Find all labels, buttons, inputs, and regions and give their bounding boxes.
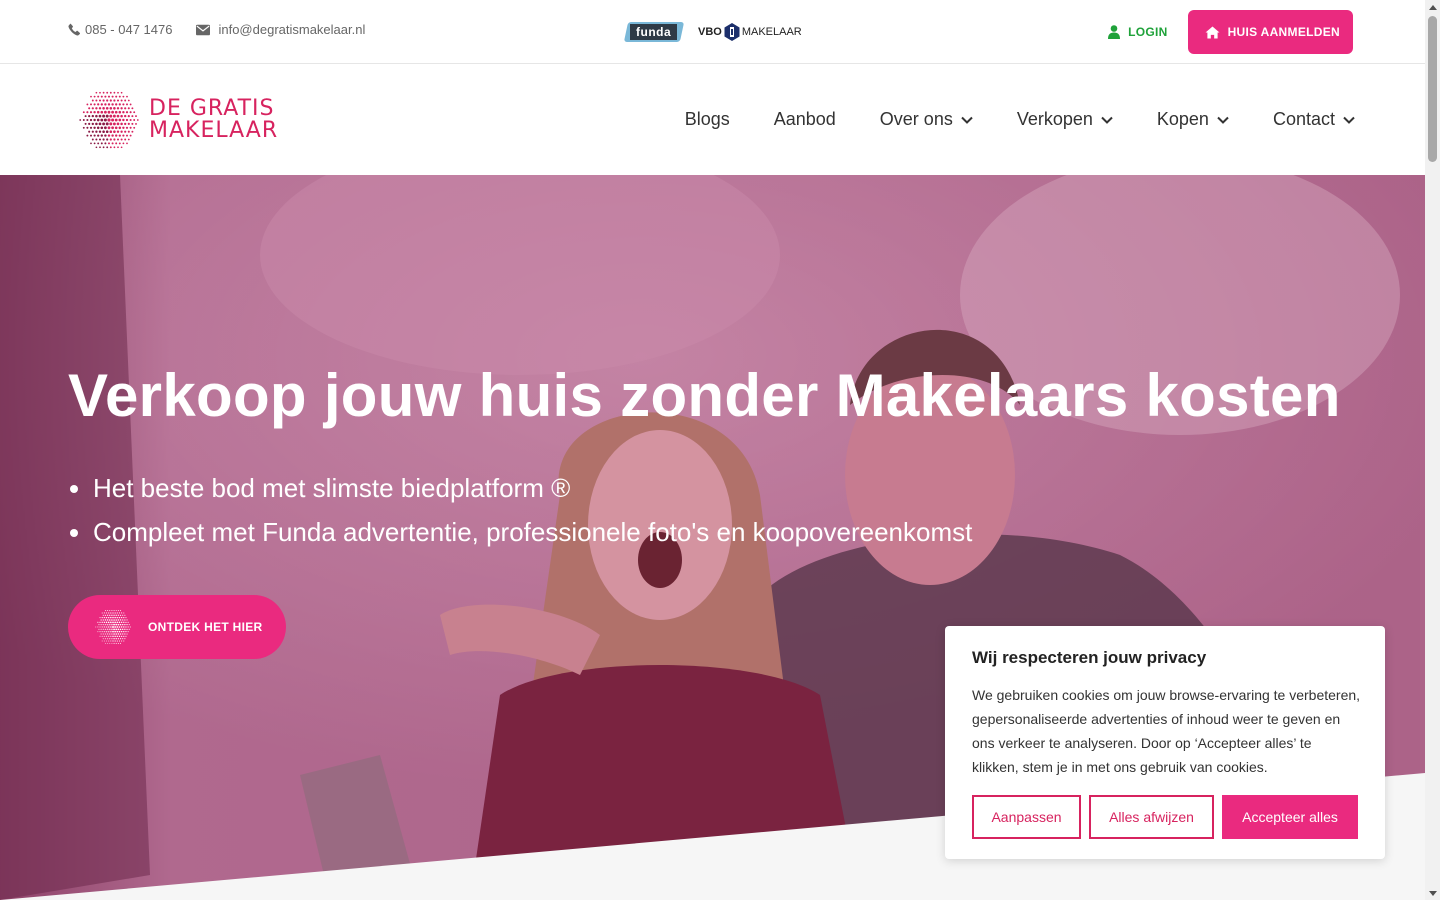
home-icon xyxy=(1205,25,1220,39)
list-item: Compleet met Funda advertentie, professi… xyxy=(68,514,972,558)
email-link[interactable]: info@degratismakelaar.nl xyxy=(196,22,365,37)
cookie-actions: Aanpassen Alles afwijzen Accepteer alles xyxy=(972,795,1358,839)
nav-kopen[interactable]: Kopen xyxy=(1157,109,1229,130)
chevron-down-icon xyxy=(1217,116,1229,124)
account-actions: LOGIN HUIS AANMELDEN xyxy=(1108,10,1353,54)
contact-info: 085 - 047 1476 info@degratismakelaar.nl xyxy=(68,22,389,37)
phone-number: 085 - 047 1476 xyxy=(85,22,173,37)
scroll-up-icon[interactable] xyxy=(1425,0,1440,14)
user-icon xyxy=(1108,25,1121,39)
hero-benefits-list: Het beste bod met slimste biedplatform ®… xyxy=(68,470,972,558)
logo-dots-icon xyxy=(95,610,131,644)
login-link[interactable]: LOGIN xyxy=(1108,25,1168,39)
top-bar: 085 - 047 1476 info@degratismakelaar.nl … xyxy=(0,0,1425,64)
list-item: Het beste bod met slimste biedplatform ® xyxy=(68,470,972,514)
site-logo[interactable]: DE GRATIS MAKELAAR xyxy=(78,85,278,155)
email-address: info@degratismakelaar.nl xyxy=(218,22,366,37)
main-header: DE GRATIS MAKELAAR Blogs Aanbod Over ons… xyxy=(0,65,1425,175)
accept-all-cookies-button[interactable]: Accepteer alles xyxy=(1222,795,1358,839)
huis-aanmelden-button[interactable]: HUIS AANMELDEN xyxy=(1187,10,1353,54)
phone-icon xyxy=(68,23,81,36)
nav-over-ons[interactable]: Over ons xyxy=(880,109,973,130)
chevron-down-icon xyxy=(961,116,973,124)
nav-contact[interactable]: Contact xyxy=(1273,109,1355,130)
vbo-logo: VBO MAKELAAR xyxy=(698,23,802,41)
chevron-down-icon xyxy=(1343,116,1355,124)
chevron-down-icon xyxy=(1101,116,1113,124)
funda-logo: funda xyxy=(623,22,685,42)
cookie-consent-banner: Wij respecteren jouw privacy We gebruike… xyxy=(945,626,1385,859)
logo-dots-icon xyxy=(79,91,139,149)
envelope-icon xyxy=(196,24,211,35)
nav-aanbod[interactable]: Aanbod xyxy=(774,109,836,130)
page-scrollbar[interactable] xyxy=(1425,0,1440,900)
nav-blogs[interactable]: Blogs xyxy=(685,109,730,130)
logo-text: DE GRATIS MAKELAAR xyxy=(149,96,279,143)
scrollbar-thumb[interactable] xyxy=(1428,16,1437,162)
reject-all-cookies-button[interactable]: Alles afwijzen xyxy=(1089,795,1214,839)
ontdek-het-hier-button[interactable]: ONTDEK HET HIER xyxy=(68,595,286,659)
nav-verkopen[interactable]: Verkopen xyxy=(1017,109,1113,130)
vbo-hexagon-icon xyxy=(724,23,740,41)
hero-title: Verkoop jouw huis zonder Makelaars koste… xyxy=(68,362,1341,429)
partner-logos: funda VBO MAKELAAR xyxy=(623,22,802,42)
main-nav: Blogs Aanbod Over ons Verkopen Kopen Con… xyxy=(641,109,1355,130)
cookie-text: We gebruiken cookies om jouw browse-erva… xyxy=(972,687,1361,775)
cookie-title: Wij respecteren jouw privacy xyxy=(972,648,1207,667)
scroll-down-icon[interactable] xyxy=(1425,886,1440,900)
phone-link[interactable]: 085 - 047 1476 xyxy=(68,22,172,37)
customize-cookies-button[interactable]: Aanpassen xyxy=(972,795,1081,839)
